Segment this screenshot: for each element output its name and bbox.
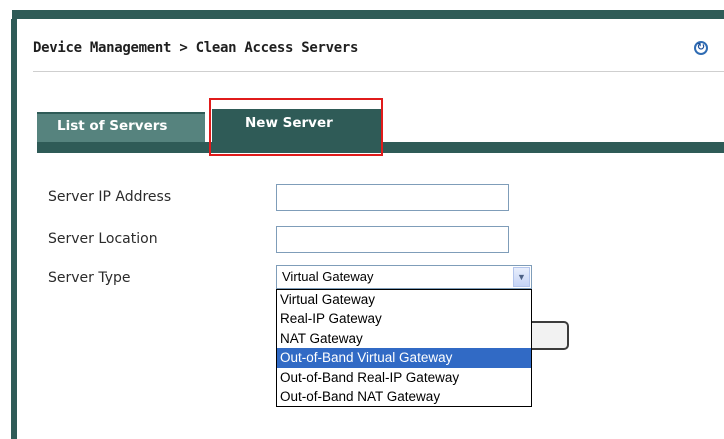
help-circle-icon[interactable]: ↻ bbox=[694, 41, 708, 55]
chevron-down-icon[interactable]: ▼ bbox=[513, 267, 530, 287]
dropdown-option-highlighted[interactable]: Out-of-Band Virtual Gateway bbox=[277, 348, 531, 368]
server-type-dropdown-list[interactable]: Virtual Gateway Real-IP Gateway NAT Gate… bbox=[276, 289, 532, 408]
dropdown-option[interactable]: Out-of-Band NAT Gateway bbox=[277, 387, 531, 406]
left-frame-bar bbox=[11, 19, 17, 439]
server-location-label: Server Location bbox=[48, 231, 158, 247]
tab-label: List of Servers bbox=[57, 118, 168, 134]
server-type-label: Server Type bbox=[48, 270, 131, 286]
dropdown-option[interactable]: NAT Gateway bbox=[277, 329, 531, 348]
server-location-input[interactable] bbox=[276, 226, 509, 253]
add-server-button[interactable] bbox=[532, 321, 569, 350]
page-title: Device Management > Clean Access Servers bbox=[33, 40, 359, 56]
tab-list-of-servers[interactable]: List of Servers bbox=[37, 112, 205, 142]
title-divider bbox=[33, 71, 724, 72]
server-type-selected-value: Virtual Gateway bbox=[282, 269, 374, 284]
dropdown-option[interactable]: Real-IP Gateway bbox=[277, 309, 531, 328]
annotation-highlight-box bbox=[209, 98, 383, 156]
server-ip-input[interactable] bbox=[276, 184, 509, 211]
dropdown-option[interactable]: Virtual Gateway bbox=[277, 290, 531, 309]
server-type-select[interactable]: Virtual Gateway ▼ bbox=[276, 265, 532, 289]
dropdown-option[interactable]: Out-of-Band Real-IP Gateway bbox=[277, 368, 531, 387]
server-ip-label: Server IP Address bbox=[48, 189, 172, 205]
top-frame-bar bbox=[12, 10, 724, 19]
